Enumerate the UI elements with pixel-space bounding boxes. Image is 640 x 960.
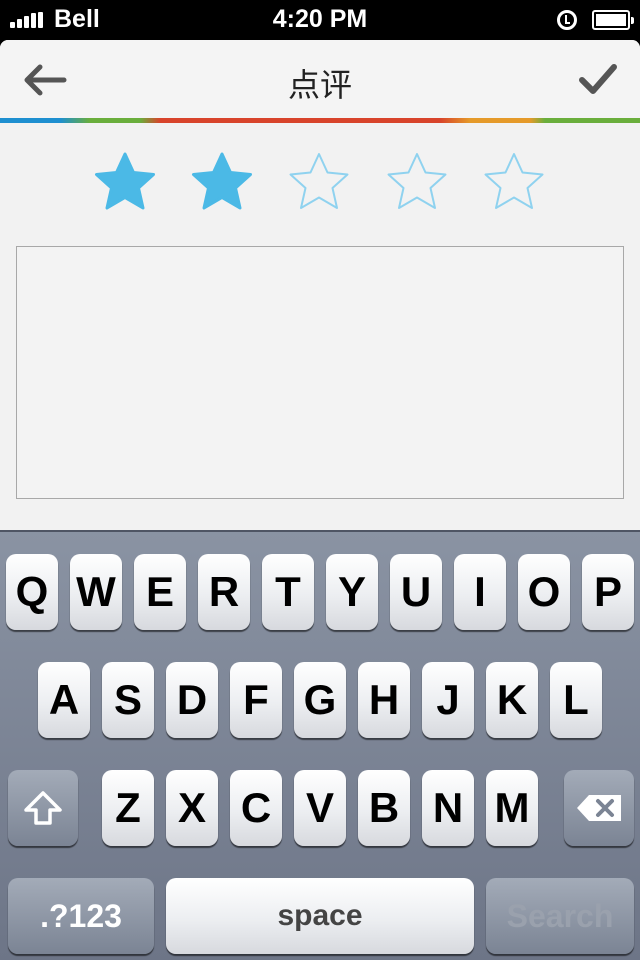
review-screen: 点评 <box>0 40 640 530</box>
submit-review-button[interactable] <box>574 58 622 102</box>
key-j[interactable]: J <box>422 662 474 738</box>
key-m[interactable]: M <box>486 770 538 846</box>
key-h[interactable]: H <box>358 662 410 738</box>
star-empty-icon[interactable] <box>384 150 450 216</box>
key-x[interactable]: X <box>166 770 218 846</box>
key-u[interactable]: U <box>390 554 442 630</box>
key-d[interactable]: D <box>166 662 218 738</box>
keyboard: .?123 space Search QWERTYUIOP ASDFGHJKL ZX… <box>0 530 640 960</box>
numbers-key[interactable]: .?123 <box>8 878 154 954</box>
key-g[interactable]: G <box>294 662 346 738</box>
key-n[interactable]: N <box>422 770 474 846</box>
space-key[interactable]: space <box>166 878 474 954</box>
key-w[interactable]: W <box>70 554 122 630</box>
key-a[interactable]: A <box>38 662 90 738</box>
star-empty-icon[interactable] <box>286 150 352 216</box>
star-empty-icon[interactable] <box>481 150 547 216</box>
page-title: 点评 <box>287 66 352 104</box>
key-f[interactable]: F <box>230 662 282 738</box>
key-b[interactable]: B <box>358 770 410 846</box>
rainbow-divider <box>0 118 640 123</box>
shift-arrow-icon <box>24 791 62 825</box>
key-o[interactable]: O <box>518 554 570 630</box>
key-z[interactable]: Z <box>102 770 154 846</box>
key-r[interactable]: R <box>198 554 250 630</box>
key-k[interactable]: K <box>486 662 538 738</box>
key-e[interactable]: E <box>134 554 186 630</box>
backspace-icon <box>577 795 621 821</box>
star-filled-icon[interactable] <box>92 150 158 216</box>
key-l[interactable]: L <box>550 662 602 738</box>
key-y[interactable]: Y <box>326 554 378 630</box>
key-s[interactable]: S <box>102 662 154 738</box>
delete-key[interactable] <box>564 770 634 846</box>
key-t[interactable]: T <box>262 554 314 630</box>
key-v[interactable]: V <box>294 770 346 846</box>
review-text-field[interactable] <box>16 246 624 499</box>
checkmark-icon <box>579 64 617 94</box>
star-rating[interactable] <box>0 150 640 220</box>
status-time: 4:20 PM <box>272 5 368 33</box>
navigation-bar: 点评 <box>0 40 640 118</box>
status-bar: Bell 4:20 PM <box>0 0 640 40</box>
battery-icon <box>592 10 634 30</box>
key-q[interactable]: Q <box>6 554 58 630</box>
star-filled-icon[interactable] <box>189 150 255 216</box>
key-i[interactable]: I <box>454 554 506 630</box>
shift-key[interactable] <box>8 770 78 846</box>
key-p[interactable]: P <box>582 554 634 630</box>
alarm-clock-icon <box>557 10 577 30</box>
search-key[interactable]: Search <box>486 878 634 954</box>
key-c[interactable]: C <box>230 770 282 846</box>
